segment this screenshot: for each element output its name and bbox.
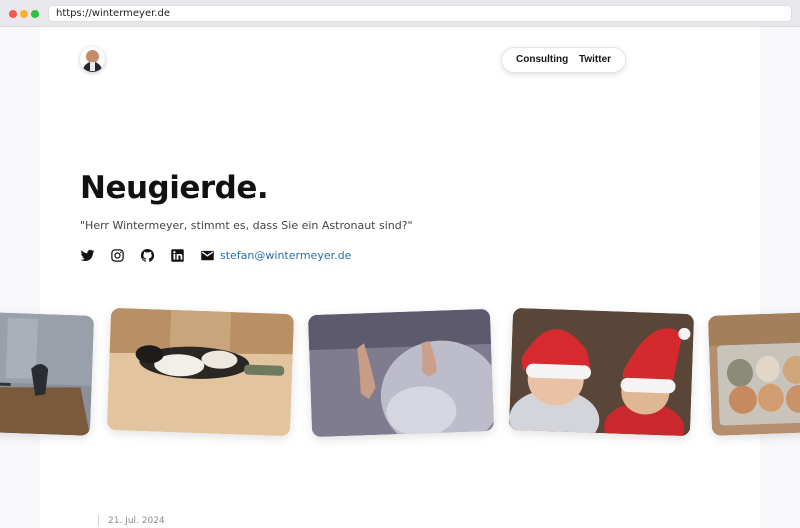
page-margin-right <box>760 27 800 528</box>
email-link[interactable]: stefan@wintermeyer.de <box>220 248 351 263</box>
window-close-button[interactable] <box>9 10 17 18</box>
linkedin-icon[interactable] <box>170 248 185 263</box>
mail-icon[interactable] <box>200 248 215 263</box>
browser-chrome: https://wintermeyer.de <box>0 0 800 27</box>
main-navigation: Consulting Twitter <box>501 47 626 73</box>
photo-eggs-carton[interactable] <box>707 312 800 436</box>
nav-link-consulting[interactable]: Consulting <box>516 54 568 66</box>
avatar[interactable] <box>80 47 105 72</box>
github-icon[interactable] <box>140 248 155 263</box>
nav-link-twitter[interactable]: Twitter <box>579 54 611 66</box>
post-date: 21. Jul. 2024 <box>108 516 165 526</box>
page-subtitle: "Herr Wintermeyer, stimmt es, dass Sie e… <box>80 219 413 232</box>
page-margin-left <box>0 27 40 528</box>
photo-dog-sleeping[interactable] <box>106 307 295 437</box>
window-minimize-button[interactable] <box>20 10 28 18</box>
avatar-shirt <box>90 62 95 71</box>
window-maximize-button[interactable] <box>31 10 39 18</box>
page-title: Neugierde. <box>80 170 269 206</box>
address-bar[interactable]: https://wintermeyer.de <box>48 5 792 22</box>
instagram-icon[interactable] <box>110 248 125 263</box>
date-divider <box>98 515 99 526</box>
address-bar-url[interactable]: https://wintermeyer.de <box>56 7 170 20</box>
photo-office-desk[interactable] <box>0 312 95 436</box>
photo-children-santa-hats[interactable] <box>508 307 695 437</box>
page-container <box>40 27 760 528</box>
photo-baby-feet[interactable] <box>307 308 495 438</box>
twitter-icon[interactable] <box>80 248 95 263</box>
